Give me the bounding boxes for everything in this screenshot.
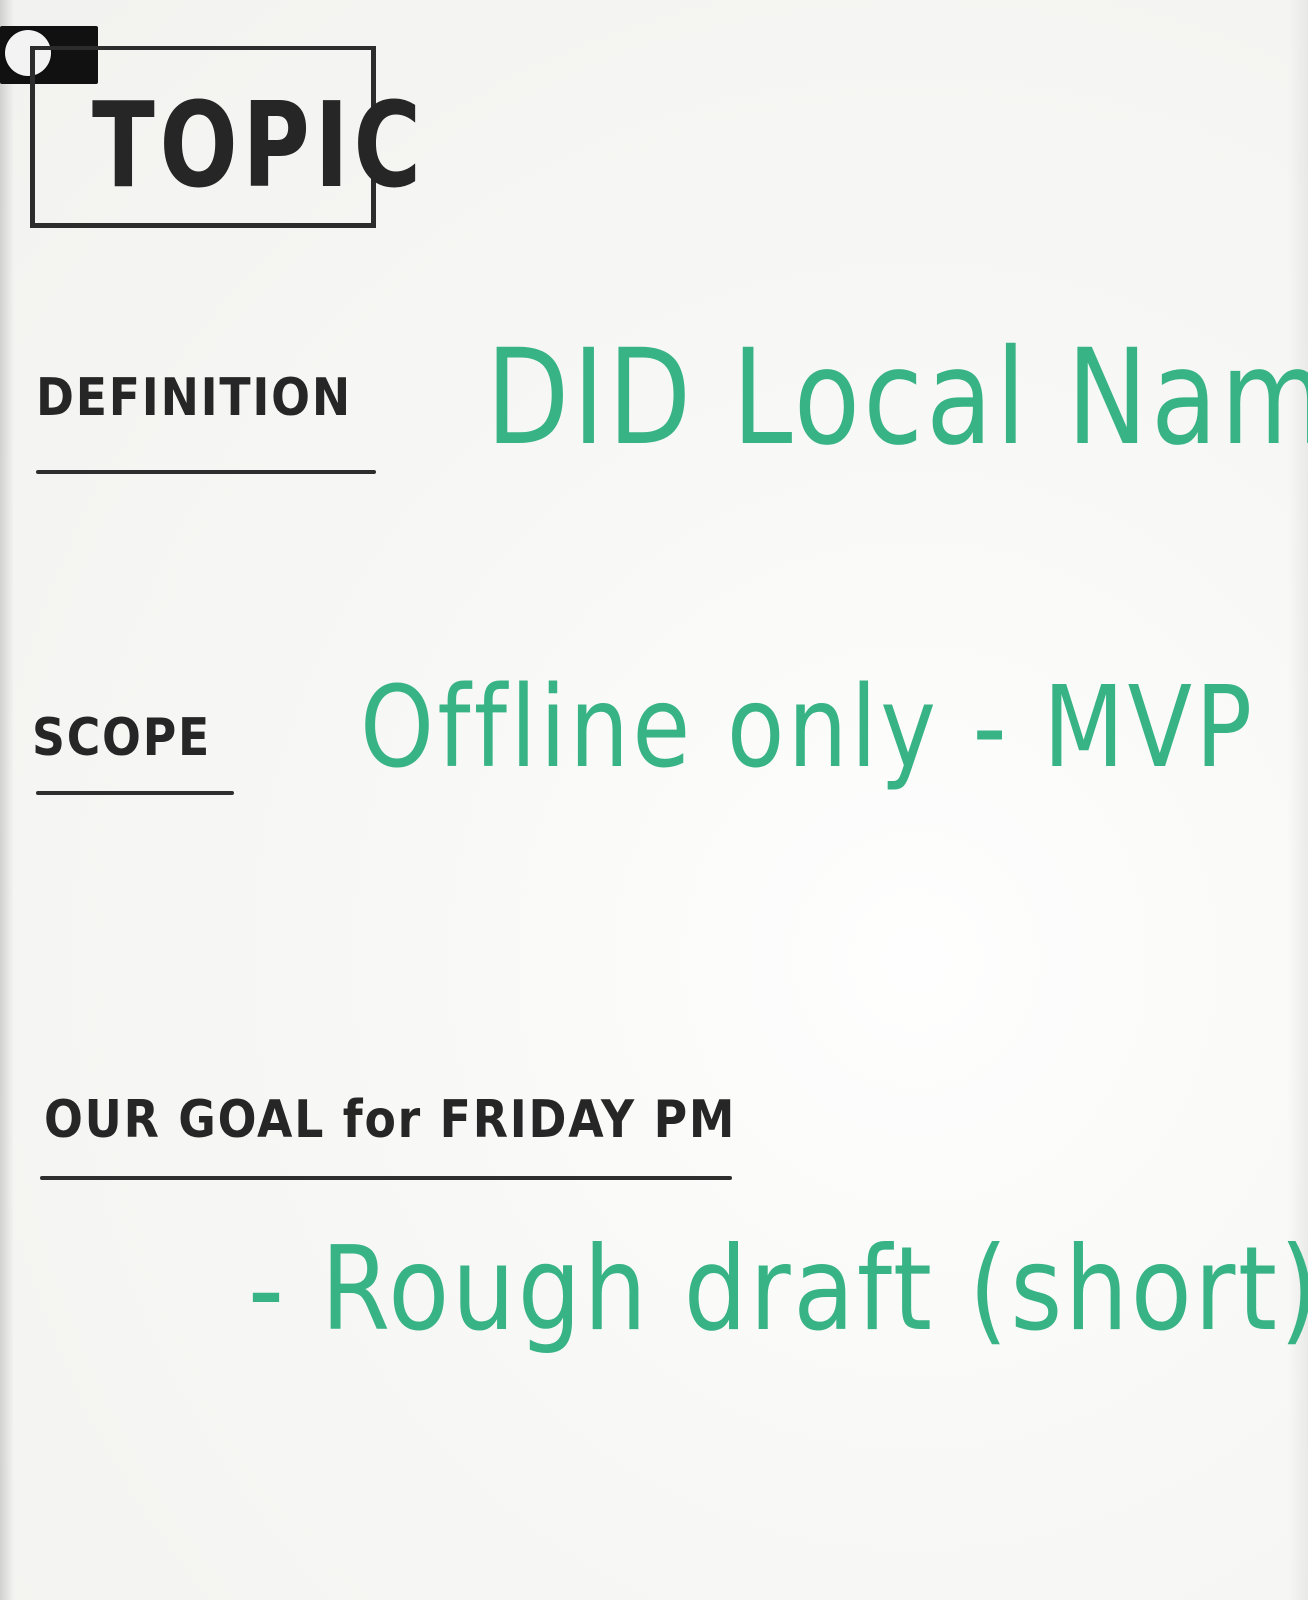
board-left-shadow: [0, 0, 14, 1600]
scope-value: Offline only - MVP: [360, 663, 1256, 793]
board-right-edge: [1288, 0, 1308, 1600]
topic-title: TOPIC: [92, 76, 426, 214]
goal-label: OUR GOAL for FRIDAY PM: [44, 1090, 737, 1150]
definition-underline: [36, 470, 376, 474]
definition-value: DID Local Names: [486, 321, 1308, 475]
definition-label: DEFINITION: [36, 368, 352, 428]
goal-underline: [40, 1176, 732, 1180]
goal-value: - Rough draft (short): [248, 1222, 1308, 1357]
scope-underline: [36, 791, 234, 795]
scope-label: SCOPE: [32, 708, 212, 768]
whiteboard: TOPIC DEFINITION DID Local Names SCOPE O…: [0, 0, 1308, 1600]
